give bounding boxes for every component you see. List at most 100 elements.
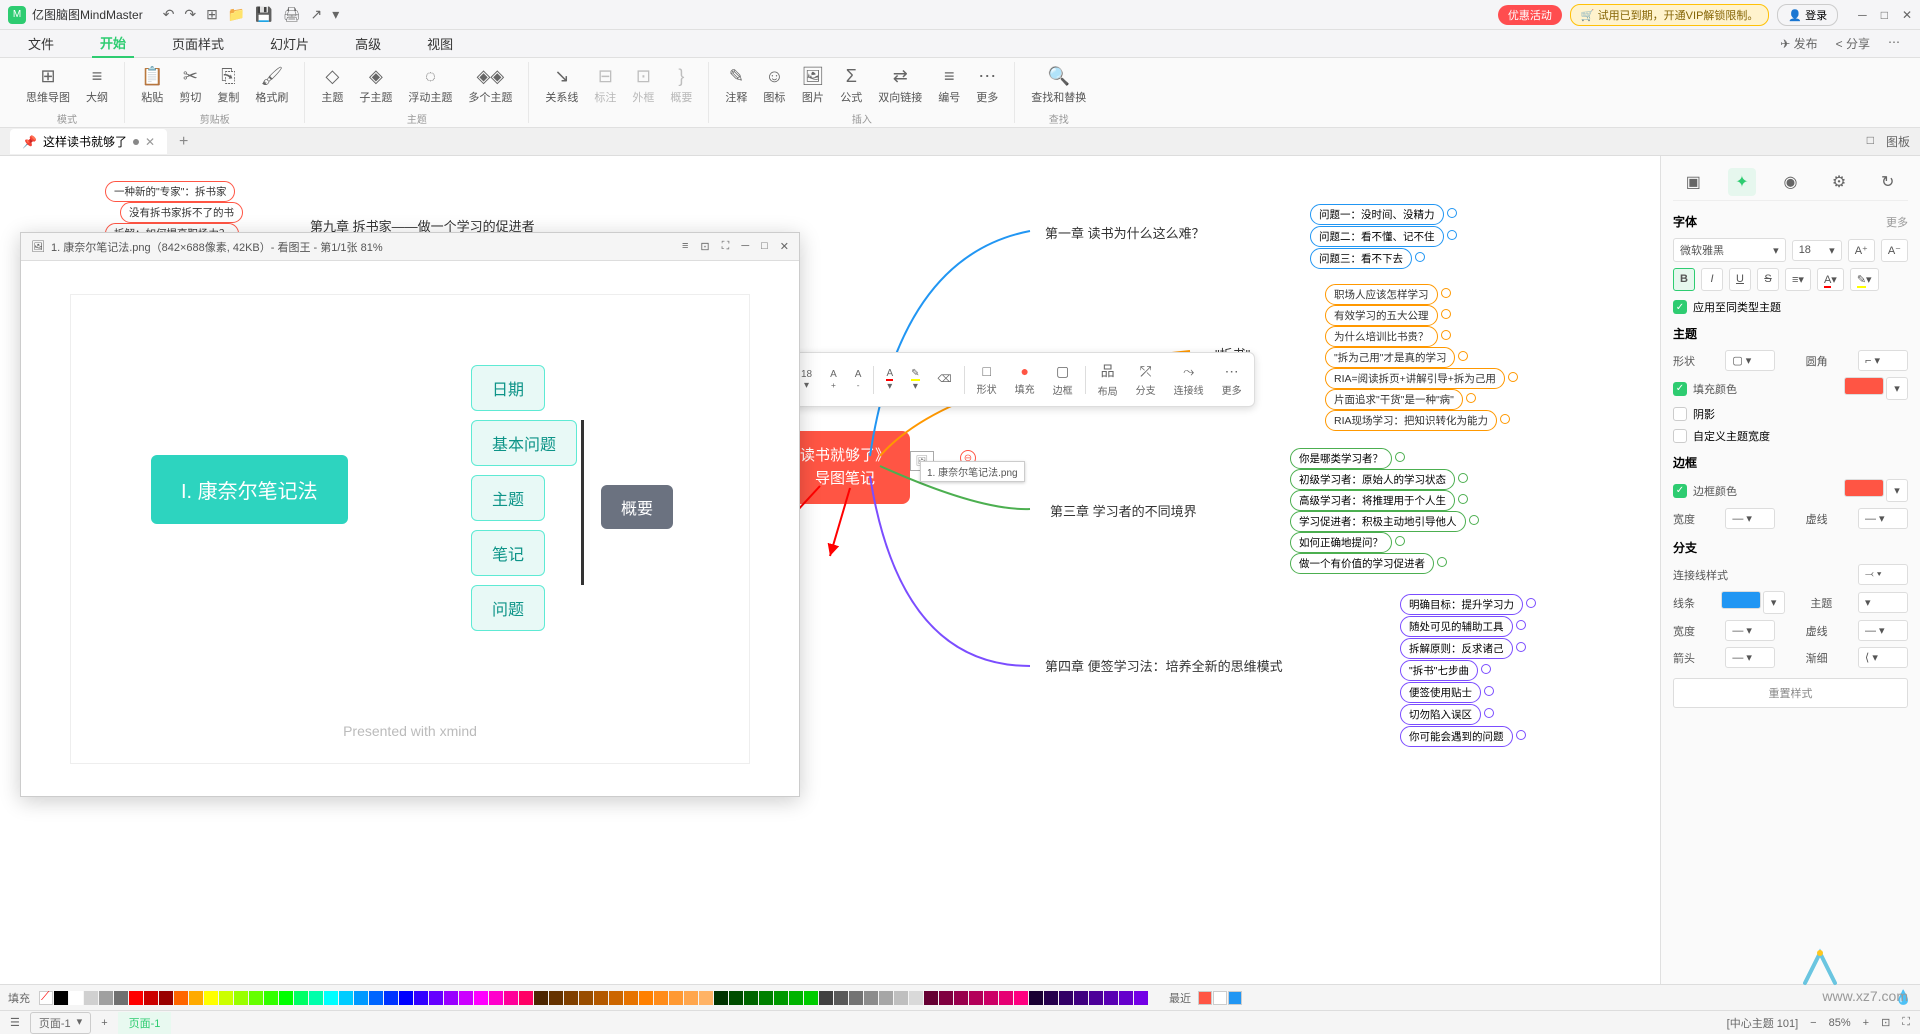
border-color-checkbox[interactable]: ✓边框颜色 (1673, 483, 1737, 499)
fill-color-swatch[interactable] (1844, 377, 1884, 395)
boundary-button[interactable]: ⊡外框 (626, 62, 660, 109)
open-icon[interactable]: 📁 (228, 6, 245, 23)
branch-button[interactable]: ⤱分支 (1128, 359, 1164, 401)
popup-titlebar[interactable]: 🖼 1. 康奈尔笔记法.png（842×688像素, 42KB）- 看图王 - … (21, 233, 799, 261)
popup-maximize-icon[interactable]: □ (761, 240, 768, 253)
leaf-node[interactable]: 学习促进者：积极主动地引导他人 (1290, 511, 1466, 532)
color-swatch[interactable] (504, 991, 518, 1005)
chapter-node[interactable]: 第三章 学习者的不同境界 (1050, 501, 1197, 520)
color-swatch[interactable] (414, 991, 428, 1005)
chapter-node[interactable]: 第四章 便签学习法：培养全新的思维模式 (1045, 656, 1283, 675)
color-swatch[interactable] (804, 991, 818, 1005)
floating-topic-button[interactable]: ◌浮动主题 (402, 62, 458, 109)
line-color-more[interactable]: ▾ (1763, 591, 1785, 614)
layout-button[interactable]: 品布局 (1090, 357, 1126, 402)
color-swatch[interactable] (429, 991, 443, 1005)
note-button[interactable]: ✎注释 (719, 62, 753, 109)
leaf-node[interactable]: 为什么培训比书贵？ (1325, 326, 1438, 347)
color-swatch[interactable] (909, 991, 923, 1005)
paste-button[interactable]: 📋粘贴 (135, 62, 169, 109)
color-swatch[interactable] (114, 991, 128, 1005)
color-swatch[interactable] (879, 991, 893, 1005)
color-swatch[interactable] (249, 991, 263, 1005)
outline-mode-button[interactable]: ≡大纲 (80, 62, 114, 109)
strike-button[interactable]: S (1757, 268, 1779, 291)
panel-tab-tag[interactable]: ◉ (1776, 168, 1804, 196)
color-swatch[interactable] (234, 991, 248, 1005)
border-color-more[interactable]: ▾ (1886, 479, 1908, 502)
font-shrink-button[interactable]: A⁻ (1881, 239, 1908, 262)
leaf-node[interactable]: 拆解原则：反求诸己 (1400, 638, 1513, 659)
relationship-button[interactable]: ↘关系线 (539, 62, 584, 109)
underline-button[interactable]: U (1729, 268, 1751, 291)
taper-dropdown[interactable]: ⟨ ▾ (1858, 647, 1908, 668)
maximize-icon[interactable]: □ (1881, 8, 1888, 22)
color-swatch[interactable] (324, 991, 338, 1005)
menu-file[interactable]: 文件 (20, 30, 62, 57)
leaf-node[interactable]: 问题一：没时间、没精力 (1310, 204, 1444, 225)
clear-format-button[interactable]: ⌫ (930, 370, 960, 389)
color-swatch[interactable] (639, 991, 653, 1005)
save-icon[interactable]: 💾 (255, 6, 272, 23)
color-swatch[interactable] (1119, 991, 1133, 1005)
recent-color-swatch[interactable] (1213, 991, 1227, 1005)
color-swatch[interactable] (369, 991, 383, 1005)
font-size-dropdown[interactable]: 18▾ (1792, 240, 1842, 261)
panel-tab-style[interactable]: ▣ (1679, 168, 1707, 196)
color-swatch[interactable] (864, 991, 878, 1005)
minimize-icon[interactable]: ─ (1858, 8, 1867, 22)
promo-badge[interactable]: 优惠活动 (1498, 5, 1562, 25)
color-swatch[interactable] (279, 991, 293, 1005)
fill-color-more[interactable]: ▾ (1886, 377, 1908, 400)
zoom-out-button[interactable]: − (1810, 1017, 1816, 1029)
leaf-node[interactable]: 切勿陷入误区 (1400, 704, 1481, 725)
leaf-node[interactable]: 职场人应该怎样学习 (1325, 284, 1438, 305)
redo-icon[interactable]: ↷ (184, 6, 196, 23)
color-swatch[interactable] (99, 991, 113, 1005)
leaf-node[interactable]: "拆书"七步曲 (1400, 660, 1478, 681)
color-swatch[interactable] (144, 991, 158, 1005)
color-swatch[interactable] (339, 991, 353, 1005)
menu-start[interactable]: 开始 (92, 29, 134, 58)
branch-topic-dropdown[interactable]: ▾ (1858, 592, 1908, 613)
insert-more-button[interactable]: ⋯更多 (970, 62, 1004, 109)
format-painter-button[interactable]: 🖌格式刷 (249, 62, 294, 109)
color-swatch[interactable] (579, 991, 593, 1005)
leaf-node[interactable]: 高级学习者：将推理用于个人生 (1290, 490, 1455, 511)
font-color-button[interactable]: A ▾ (878, 364, 901, 396)
color-swatch[interactable] (774, 991, 788, 1005)
color-swatch[interactable] (384, 991, 398, 1005)
color-swatch[interactable] (1029, 991, 1043, 1005)
color-swatch[interactable] (69, 991, 83, 1005)
connector-button[interactable]: ⤳连接线 (1166, 359, 1212, 401)
panel-tab-ai[interactable]: ✦ (1728, 168, 1756, 196)
color-swatch[interactable] (954, 991, 968, 1005)
leaf-node[interactable]: "拆为己用"才是真的学习 (1325, 347, 1455, 368)
leaf-node[interactable]: 你是哪类学习者？ (1290, 448, 1392, 469)
menu-view[interactable]: 视图 (419, 30, 461, 57)
multi-topic-button[interactable]: ◈◈多个主题 (462, 62, 518, 109)
export-icon[interactable]: ↗ (311, 6, 323, 23)
document-tab[interactable]: 📌 这样读书就够了 ✕ (10, 129, 167, 154)
color-swatch[interactable] (654, 991, 668, 1005)
color-swatch[interactable] (189, 991, 203, 1005)
leaf-node[interactable]: 有效学习的五大公理 (1325, 305, 1438, 326)
menu-advanced[interactable]: 高级 (347, 30, 389, 57)
no-fill-swatch[interactable]: ⟋ (39, 991, 53, 1005)
summary-button[interactable]: }概要 (664, 62, 698, 109)
chapter-node[interactable]: 第一章 读书为什么这么难？ (1045, 223, 1205, 242)
fill-button[interactable]: ●填充 (1007, 359, 1043, 400)
color-swatch[interactable] (1089, 991, 1103, 1005)
reset-style-button[interactable]: 重置样式 (1673, 678, 1908, 708)
page-dropdown[interactable]: 页面-1▾ (30, 1012, 91, 1034)
font-more-button[interactable]: 更多 (1886, 214, 1908, 230)
qat-more-icon[interactable]: ▾ (332, 6, 339, 23)
find-replace-button[interactable]: 🔍查找和替换 (1025, 62, 1092, 109)
color-swatch[interactable] (744, 991, 758, 1005)
highlight-color-button[interactable]: ✎▾ (1850, 268, 1879, 291)
popup-fullscreen-icon[interactable]: ⛶ (722, 240, 730, 253)
color-swatch[interactable] (519, 991, 533, 1005)
view-list-icon[interactable]: ☰ (10, 1016, 20, 1029)
shape-button[interactable]: □形状 (969, 359, 1005, 400)
color-swatch[interactable] (594, 991, 608, 1005)
